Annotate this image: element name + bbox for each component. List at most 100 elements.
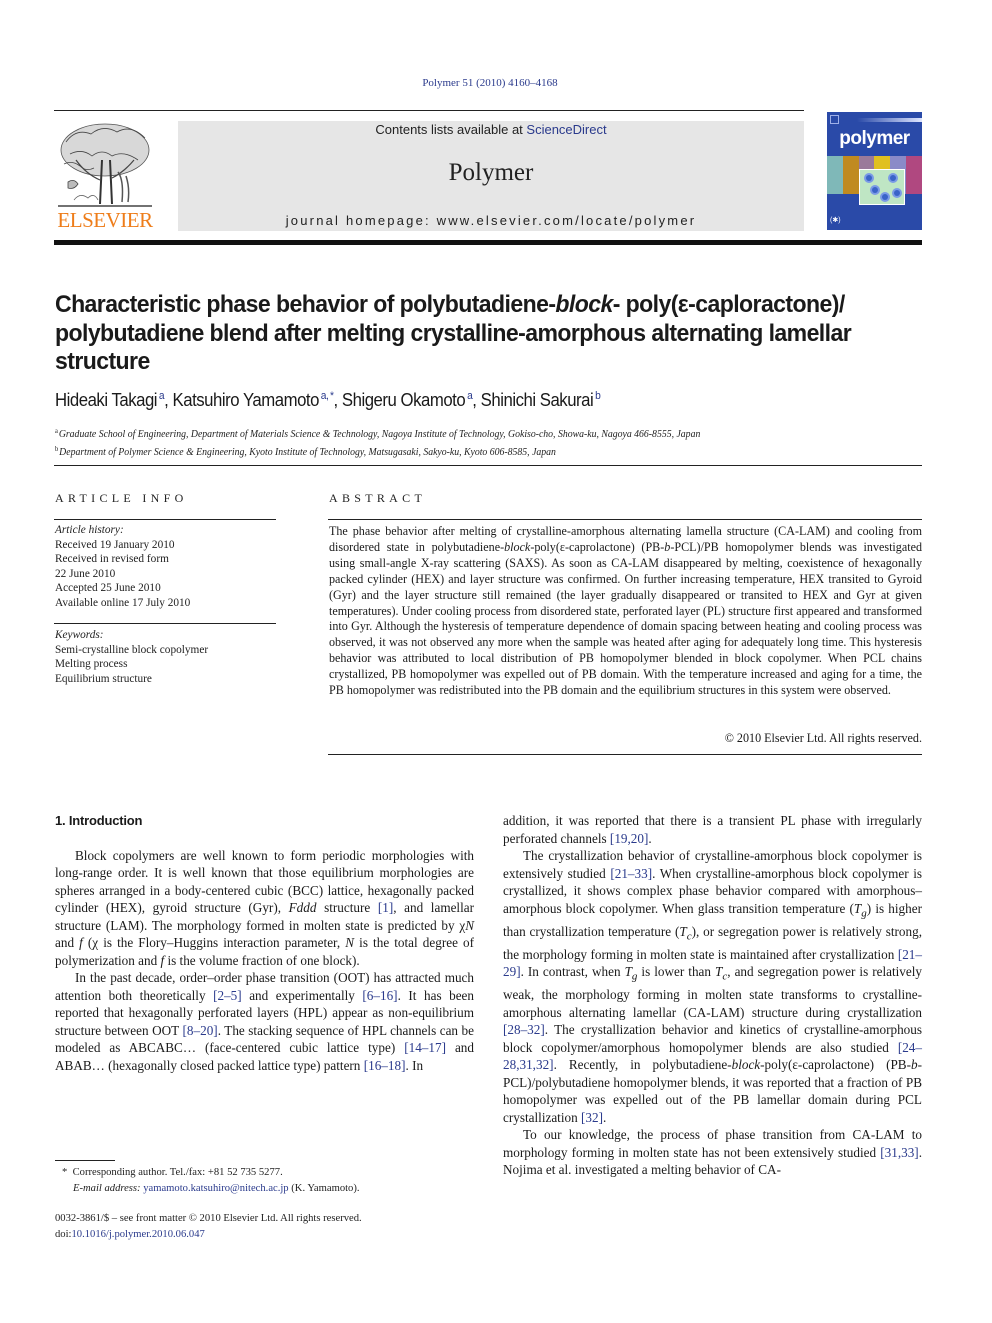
affiliation-a: aGraduate School of Engineering, Departm…: [55, 424, 700, 442]
text: -poly(ε-caprolactone) (PB-: [760, 1057, 911, 1073]
author-list: Hideaki Takagi a, Katsuhiro Yamamoto a, *,…: [55, 390, 601, 410]
abstract-text: The phase behavior after melting of crys…: [329, 524, 922, 699]
keyword: Semi-crystalline block copolymer: [55, 643, 209, 656]
reference-link[interactable]: [8–20]: [183, 1023, 218, 1038]
doi-prefix: doi:: [55, 1228, 72, 1240]
author-name[interactable]: Shigeru Okamoto: [342, 390, 466, 410]
text: .: [602, 1109, 607, 1125]
article-history: Article history: Received 19 January 201…: [55, 523, 190, 610]
footnote-star: *: [62, 1167, 68, 1178]
paragraph: The crystallization behavior of crystall…: [503, 847, 922, 1126]
paragraph: To our knowledge, the process of phase t…: [503, 1126, 922, 1179]
reference-link[interactable]: [19,20]: [610, 831, 648, 846]
elsevier-logo[interactable]: ELSEVIER: [54, 120, 156, 234]
keywords-rule: [54, 623, 276, 624]
text: . The crystallization behavior and kinet…: [503, 1022, 922, 1055]
front-matter: 0032-3861/$ – see front matter © 2010 El…: [55, 1211, 362, 1242]
affiliation-marker[interactable]: b: [595, 390, 601, 402]
doi-link[interactable]: 10.1016/j.polymer.2010.06.047: [71, 1229, 204, 1240]
journal-homepage[interactable]: journal homepage: www.elsevier.com/locat…: [178, 213, 804, 228]
symbol: T: [624, 964, 632, 980]
affiliation-text: Graduate School of Engineering, Departme…: [58, 429, 701, 440]
symbol: T: [679, 923, 687, 939]
text: .: [648, 830, 652, 846]
abstract-span: -PCL)/PB homopolymer blends was investig…: [329, 539, 922, 698]
header-rule: [54, 110, 804, 111]
journal-cover-image[interactable]: polymer (✱): [827, 112, 922, 230]
text: . In contrast, when: [520, 964, 625, 980]
affiliation-text: Department of Polymer Science & Engineer…: [59, 447, 556, 458]
keyword: Melting process: [55, 658, 128, 670]
section-rule: [54, 465, 922, 466]
affiliation-b: bDepartment of Polymer Science & Enginee…: [55, 442, 700, 460]
text: . Recently, in polybutadiene-: [553, 1057, 732, 1073]
abstract-heading: ABSTRACT: [329, 491, 427, 505]
text-italic: N: [465, 917, 474, 933]
affiliation-mark: b: [55, 445, 59, 453]
cover-seal-icon: [830, 115, 839, 124]
affiliations: aGraduate School of Engineering, Departm…: [55, 424, 700, 460]
elsevier-wordmark: ELSEVIER: [57, 208, 153, 232]
text-italic: block: [731, 1057, 761, 1073]
sciencedirect-link[interactable]: ScienceDirect: [526, 122, 606, 137]
text: structure: [316, 900, 378, 915]
reference-link[interactable]: [28–32]: [503, 1022, 545, 1037]
article-info-heading: ARTICLE INFO: [55, 491, 188, 505]
affiliation-marker[interactable]: a, *: [321, 390, 334, 402]
abstract-span: -poly(ε-caprolactone) (PB-: [530, 539, 665, 554]
text-italic: N: [345, 935, 355, 950]
affiliation-marker[interactable]: a: [467, 390, 473, 402]
reference-link[interactable]: [21–33]: [610, 866, 652, 881]
elsevier-tree-logo-icon: [58, 123, 152, 207]
text: and: [55, 935, 80, 950]
history-heading: Article history:: [55, 524, 124, 536]
masthead-rule: [54, 240, 922, 245]
body-column-left: 1. Introduction Block copolymers are wel…: [55, 812, 474, 1074]
affiliation-mark: a: [55, 427, 58, 435]
history-item: Accepted 25 June 2010: [55, 582, 161, 594]
paragraph: In the past decade, order–order phase tr…: [55, 969, 474, 1074]
corresponding-author-text: Corresponding author. Tel./fax: +81 52 7…: [72, 1167, 283, 1178]
reference-link[interactable]: [16–18]: [364, 1058, 406, 1073]
article-info-rule: [54, 519, 276, 520]
text: is lower than: [637, 964, 716, 980]
reference-link[interactable]: [2–5]: [213, 988, 242, 1003]
text: and experimentally: [241, 987, 363, 1003]
journal-citation[interactable]: Polymer 51 (2010) 4160–4168: [0, 77, 980, 89]
footnote-rule: [55, 1160, 115, 1161]
abstract-rule: [328, 519, 922, 520]
email-label: E-mail address:: [73, 1182, 141, 1194]
section-heading-introduction: 1. Introduction: [55, 813, 143, 828]
email-suffix: (K. Yamamoto).: [291, 1182, 360, 1194]
reference-link[interactable]: [32]: [581, 1110, 603, 1125]
paragraph: Block copolymers are well known to form …: [55, 847, 474, 970]
cover-band: [857, 118, 922, 122]
affiliation-marker[interactable]: a: [159, 390, 165, 402]
keywords: Keywords: Semi-crystalline block copolym…: [55, 628, 208, 686]
author-name[interactable]: Hideaki Takagi: [55, 390, 158, 410]
author-name[interactable]: Katsuhiro Yamamoto: [173, 390, 320, 410]
abstract-italic: block: [504, 539, 531, 554]
reference-link[interactable]: [6–16]: [362, 988, 397, 1003]
title-text: Characteristic phase behavior of polybut…: [55, 291, 556, 318]
text: is the volume fraction of one block).: [164, 952, 360, 968]
paragraph: addition, it was reported that there is …: [503, 812, 922, 847]
issn-line: 0032-3861/$ – see front matter © 2010 El…: [55, 1213, 362, 1224]
journal-masthead: Contents lists available at ScienceDirec…: [178, 121, 804, 231]
contents-line: Contents lists available at ScienceDirec…: [178, 122, 804, 137]
email-link[interactable]: yamamoto.katsuhiro@nitech.ac.jp: [143, 1183, 288, 1194]
author-name[interactable]: Shinichi Sakurai: [481, 390, 594, 410]
text: To our knowledge, the process of phase t…: [503, 1127, 922, 1160]
reference-link[interactable]: [31,33]: [880, 1145, 918, 1160]
text-italic: Fddd: [288, 900, 317, 915]
keyword: Equilibrium structure: [55, 672, 152, 685]
text: . In: [405, 1057, 424, 1073]
text-italic: b: [911, 1057, 918, 1073]
keywords-heading: Keywords:: [55, 629, 104, 641]
text: addition, it was reported that there is …: [503, 813, 922, 846]
contents-prefix: Contents lists available at: [375, 122, 527, 137]
cover-logo-icon: (✱): [830, 217, 841, 224]
reference-link[interactable]: [14–17]: [404, 1040, 446, 1055]
text: (χ is the Flory–Huggins interaction para…: [82, 935, 346, 950]
reference-link[interactable]: [1]: [378, 900, 393, 915]
